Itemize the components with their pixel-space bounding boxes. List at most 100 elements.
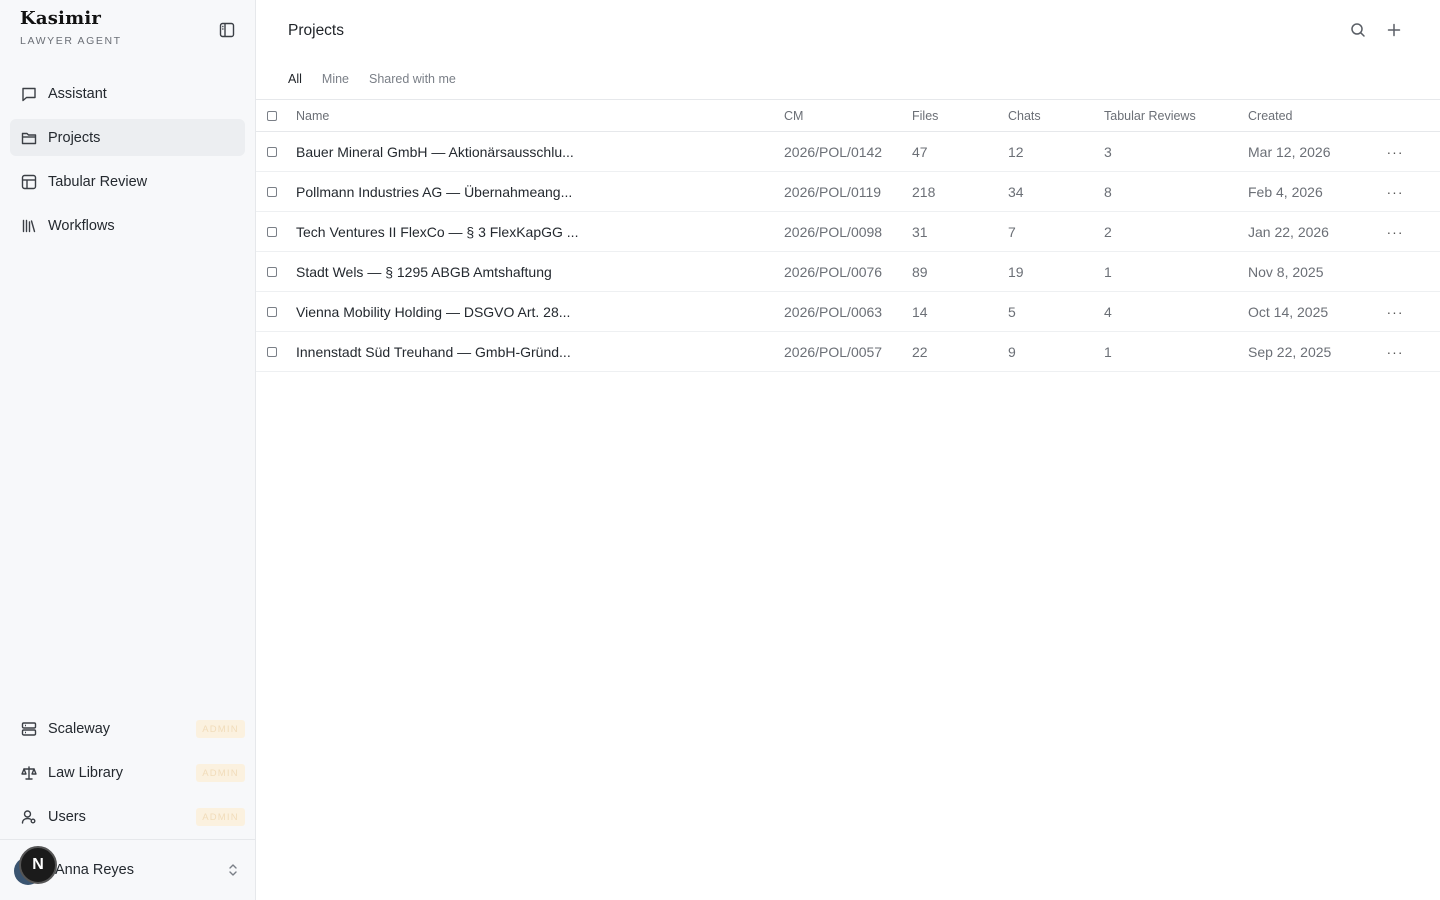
user-menu[interactable]: N Anna Reyes	[0, 839, 255, 900]
column-header-chats[interactable]: Chats	[1008, 109, 1041, 123]
row-checkbox[interactable]	[267, 227, 277, 237]
sidebar-item-projects[interactable]: Projects	[10, 119, 245, 156]
brand-subtitle: LAWYER AGENT	[20, 35, 122, 47]
add-project-button[interactable]	[1384, 20, 1404, 40]
project-reviews: 1	[1104, 344, 1112, 360]
project-files: 218	[912, 184, 936, 200]
chevron-up-down-icon[interactable]	[226, 861, 240, 879]
sidebar-item-label: Tabular Review	[48, 173, 148, 190]
page-title: Projects	[288, 22, 344, 39]
sidebar-toggle-button[interactable]	[216, 19, 238, 41]
chat-icon	[20, 85, 37, 102]
sidebar-item-users[interactable]: Users ADMIN	[10, 798, 245, 835]
column-header-name[interactable]: Name	[296, 109, 329, 123]
more-options-button[interactable]: ···	[1387, 304, 1403, 320]
project-created: Sep 22, 2025	[1248, 344, 1332, 360]
search-button[interactable]	[1348, 20, 1368, 40]
library-icon	[20, 217, 37, 234]
project-chats: 12	[1008, 144, 1024, 160]
project-name[interactable]: Pollmann Industries AG — Übernahmeang...	[296, 184, 572, 200]
table-row[interactable]: Vienna Mobility Holding — DSGVO Art. 28.…	[256, 292, 1440, 332]
project-name[interactable]: Stadt Wels — § 1295 ABGB Amtshaftung	[296, 264, 552, 280]
table-row[interactable]: Pollmann Industries AG — Übernahmeang...…	[256, 172, 1440, 212]
table-row[interactable]: Stadt Wels — § 1295 ABGB Amtshaftung 202…	[256, 252, 1440, 292]
project-chats: 5	[1008, 304, 1016, 320]
admin-badge: ADMIN	[196, 808, 245, 826]
search-icon	[1351, 23, 1365, 37]
brand: Kasimir LAWYER AGENT	[20, 8, 122, 47]
sidebar-item-label: Projects	[48, 129, 101, 146]
sidebar-item-label: Workflows	[48, 217, 115, 234]
more-options-button[interactable]: ···	[1387, 184, 1403, 200]
sidebar-item-label: Assistant	[48, 85, 107, 102]
project-name[interactable]: Vienna Mobility Holding — DSGVO Art. 28.…	[296, 304, 570, 320]
table-row[interactable]: Bauer Mineral GmbH — Aktionärsausschlu..…	[256, 132, 1440, 172]
column-header-cm[interactable]: CM	[784, 109, 803, 123]
project-reviews: 3	[1104, 144, 1112, 160]
project-created: Oct 14, 2025	[1248, 304, 1329, 320]
ellipsis-icon: ···	[1386, 304, 1404, 320]
brand-name: Kasimir	[20, 8, 102, 29]
admin-badge: ADMIN	[196, 720, 245, 738]
tab-shared-with-me[interactable]: Shared with me	[369, 72, 456, 86]
filter-tabs: All Mine Shared with me	[288, 72, 476, 86]
ellipsis-icon: ···	[1386, 144, 1404, 160]
project-cm: 2026/POL/0057	[784, 344, 883, 360]
table-row[interactable]: Innenstadt Süd Treuhand — GmbH-Gründ... …	[256, 332, 1440, 372]
column-header-files[interactable]: Files	[912, 109, 938, 123]
ellipsis-icon: ···	[1386, 344, 1404, 360]
project-reviews: 8	[1104, 184, 1112, 200]
sidebar-item-workflows[interactable]: Workflows	[10, 207, 245, 244]
sidebar-item-assistant[interactable]: Assistant	[10, 75, 245, 112]
project-name[interactable]: Tech Ventures II FlexCo — § 3 FlexKapGG …	[296, 224, 578, 240]
project-created: Jan 22, 2026	[1248, 224, 1329, 240]
admin-badge: ADMIN	[196, 764, 245, 782]
project-name[interactable]: Bauer Mineral GmbH — Aktionärsausschlu..…	[296, 144, 574, 160]
more-options-button[interactable]: ···	[1387, 144, 1403, 160]
select-all-checkbox[interactable]	[267, 111, 277, 121]
sidebar-item-law-library[interactable]: Law Library ADMIN	[10, 754, 245, 791]
project-files: 47	[912, 144, 928, 160]
floating-avatar-button[interactable]: N	[19, 846, 57, 884]
row-checkbox[interactable]	[267, 267, 277, 277]
table-icon	[20, 173, 37, 190]
ellipsis-icon: ···	[1386, 224, 1404, 240]
sidebar-item-label: Law Library	[48, 764, 123, 781]
server-icon	[20, 720, 37, 737]
column-header-created[interactable]: Created	[1248, 109, 1292, 123]
sidebar-item-scaleway[interactable]: Scaleway ADMIN	[10, 710, 245, 747]
project-cm: 2026/POL/0098	[784, 224, 883, 240]
row-checkbox[interactable]	[267, 347, 277, 357]
project-reviews: 4	[1104, 304, 1112, 320]
folder-icon	[20, 129, 37, 146]
sidebar-toggle-icon	[219, 22, 235, 38]
project-cm: 2026/POL/0142	[784, 144, 883, 160]
row-checkbox[interactable]	[267, 187, 277, 197]
main-content: Projects All Mine Shared with me Name CM…	[256, 0, 1440, 900]
admin-nav: Scaleway ADMIN Law Library ADMIN Users A…	[10, 710, 245, 842]
project-name[interactable]: Innenstadt Süd Treuhand — GmbH-Gründ...	[296, 344, 571, 360]
row-checkbox[interactable]	[267, 147, 277, 157]
project-chats: 9	[1008, 344, 1016, 360]
tab-all[interactable]: All	[288, 72, 302, 86]
project-cm: 2026/POL/0119	[784, 184, 882, 200]
row-checkbox[interactable]	[267, 307, 277, 317]
project-files: 14	[912, 304, 928, 320]
sidebar: Kasimir LAWYER AGENT Assistant Projects …	[0, 0, 256, 900]
project-files: 89	[912, 264, 928, 280]
project-cm: 2026/POL/0076	[784, 264, 883, 280]
sidebar-item-tabular-review[interactable]: Tabular Review	[10, 163, 245, 200]
table-row[interactable]: Tech Ventures II FlexCo — § 3 FlexKapGG …	[256, 212, 1440, 252]
more-options-button[interactable]: ···	[1387, 224, 1403, 240]
project-reviews: 2	[1104, 224, 1112, 240]
project-chats: 34	[1008, 184, 1024, 200]
project-created: Mar 12, 2026	[1248, 144, 1331, 160]
tab-mine[interactable]: Mine	[322, 72, 349, 86]
main-nav: Assistant Projects Tabular Review Workfl…	[10, 75, 245, 251]
project-created: Feb 4, 2026	[1248, 184, 1323, 200]
table-header: Name CM Files Chats Tabular Reviews Crea…	[256, 99, 1440, 132]
more-options-button[interactable]: ···	[1387, 344, 1403, 360]
plus-icon	[1387, 23, 1401, 37]
column-header-tabular-reviews[interactable]: Tabular Reviews	[1104, 109, 1196, 123]
project-chats: 19	[1008, 264, 1024, 280]
